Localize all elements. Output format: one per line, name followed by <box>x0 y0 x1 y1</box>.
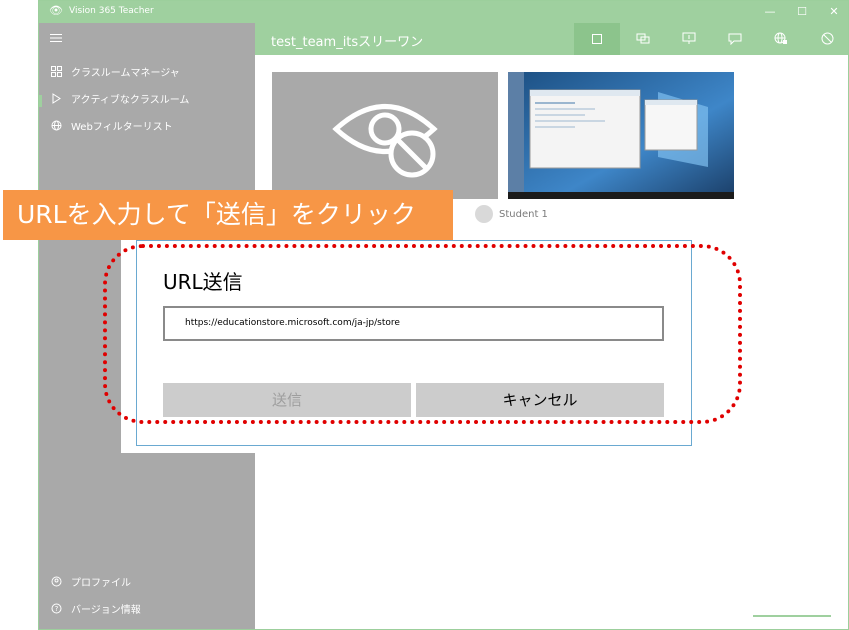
avatar <box>475 205 493 223</box>
scroll-indicator[interactable] <box>753 615 831 617</box>
maximize-button[interactable]: ☐ <box>792 4 812 20</box>
title-bar: 👁 Vision 365 Teacher — ☐ ✕ <box>39 1 848 23</box>
sidebar-item-label: Webフィルターリスト <box>71 122 173 133</box>
globe-icon <box>49 117 63 139</box>
sidebar-item-classroom-manager[interactable]: クラスルームマネージャ <box>39 63 255 85</box>
svg-text:?: ? <box>54 605 58 613</box>
sidebar-item-label: バージョン情報 <box>71 605 141 616</box>
sidebar-item-version-info[interactable]: ? バージョン情報 <box>39 600 255 622</box>
profile-icon <box>49 573 63 595</box>
grid-icon <box>49 63 63 85</box>
sidebar-item-profile[interactable]: プロファイル <box>39 573 255 595</box>
student-screen-tile[interactable] <box>508 72 734 199</box>
help-icon: ? <box>49 600 63 622</box>
screens-icon[interactable] <box>620 23 666 55</box>
presentation-icon[interactable] <box>666 23 712 55</box>
classroom-header: test_team_itsスリーワン <box>255 23 848 55</box>
play-icon <box>49 90 63 112</box>
student-screen-thumbnail <box>508 72 734 199</box>
hidden-screen-tile[interactable] <box>272 72 498 199</box>
sidebar-item-label: プロファイル <box>71 578 131 589</box>
eye-off-icon <box>332 104 438 178</box>
block-icon[interactable] <box>804 23 848 55</box>
square-icon[interactable] <box>574 23 620 55</box>
highlight-ring <box>103 244 742 424</box>
team-title: test_team_itsスリーワン <box>271 35 424 50</box>
window-title: Vision 365 Teacher <box>69 6 154 16</box>
hamburger-icon[interactable] <box>49 31 63 45</box>
sidebar-item-active-classroom[interactable]: アクティブなクラスルーム <box>39 90 255 112</box>
student-name: Student 1 <box>499 209 548 220</box>
web-icon[interactable] <box>758 23 804 55</box>
sidebar-item-label: クラスルームマネージャ <box>71 68 180 79</box>
minimize-button[interactable]: — <box>760 4 780 20</box>
message-icon[interactable] <box>712 23 758 55</box>
instruction-callout: URLを入力して「送信」をクリック <box>3 190 453 240</box>
student-card-label: Student 1 <box>475 205 548 225</box>
close-button[interactable]: ✕ <box>824 4 844 20</box>
sidebar-item-label: アクティブなクラスルーム <box>71 95 190 106</box>
eye-logo-icon: 👁 <box>49 4 63 17</box>
sidebar-item-web-filter-list[interactable]: Webフィルターリスト <box>39 117 255 139</box>
